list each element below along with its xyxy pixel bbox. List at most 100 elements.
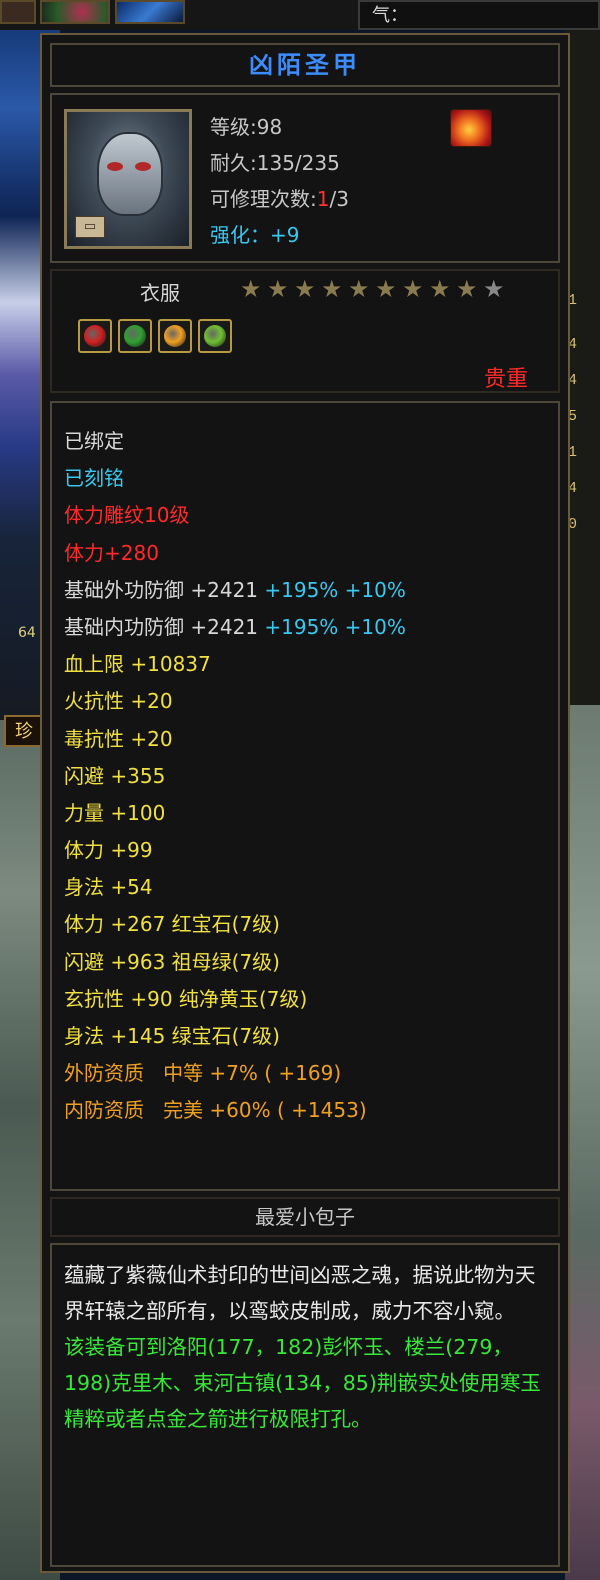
bound-lock-icon: ▭ [75,216,105,238]
red-gem-icon[interactable] [78,319,112,353]
gem-slots [78,319,232,353]
level-value: :98 [250,115,283,139]
item-tooltip: 凶陌圣甲 ▭ 等级:98 耐久:135/235 可修理次数:1/3 强化：+9 … [40,33,570,1573]
attribute-bonus: +195% +10% [258,577,406,602]
yellow-jade-icon[interactable] [158,319,192,353]
attribute-text: 玄抗性 +90 纯净黄玉(7级) [64,986,308,1011]
level-label: 等级 [210,115,250,139]
attribute-text: 体力 +267 红宝石(7级) [64,912,280,937]
type-section: 衣服 ★ ★ ★ ★ ★ ★ ★ ★ ★ ★ 贵重 [50,269,560,393]
rarity-label: 贵重 [483,367,528,392]
attribute-text: 体力 +99 [64,838,153,863]
attribute-line: 已绑定 [64,423,406,460]
attribute-text: 火抗性 +20 [64,689,173,714]
attribute-line: 血上限 +10837 [64,646,406,683]
skill-slot-3[interactable] [115,0,185,24]
attribute-text: 闪避 +963 祖母绿(7级) [64,949,280,974]
attribute-line: 基础外功防御 +2421 +195% +10% [64,572,406,609]
side-left-number: 64 [18,625,36,641]
attribute-line: 玄抗性 +90 纯净黄玉(7级) [64,981,406,1018]
item-name: 凶陌圣甲 [249,51,361,79]
durability-label: 耐久 [210,151,250,175]
title-frame: 凶陌圣甲 [50,43,560,87]
treasure-button[interactable]: 珍 [4,715,44,747]
attribute-line: 身法 +145 绿宝石(7级) [64,1018,406,1055]
repair-line: 可修理次数:1/3 [210,183,349,212]
attribute-list: 已绑定已刻铭体力雕纹10级 体力+280 基础外功防御 +2421 +195% +1… [64,423,406,1130]
green-gem-icon[interactable] [198,319,232,353]
star-rating: ★ ★ ★ ★ ★ ★ ★ ★ ★ ★ [240,277,507,301]
attribute-line: 身法 +54 [64,869,406,906]
star-filled-icon: ★ [456,275,478,303]
attribute-line: 体力 +99 [64,832,406,869]
author-name: 最爱小包子 [255,1205,355,1229]
attribute-line: 外防资质 中等 +7% ( +169) [64,1055,406,1092]
armor-icon: ▭ [64,109,192,249]
star-filled-icon: ★ [402,275,424,303]
top-toolbar: 气： [0,0,600,30]
emerald-gem-icon[interactable] [118,319,152,353]
gem-stone [204,325,226,347]
star-empty-icon: ★ [483,275,505,303]
attribute-line: 体力 +267 红宝石(7级) [64,906,406,943]
attribute-line: 体力雕纹10级 [64,497,406,534]
armor-mask-shape [97,132,163,216]
scene-right-ground [565,705,600,1580]
star-filled-icon: ★ [240,275,262,303]
strengthen-line: 强化：+9 [210,219,299,248]
attribute-text: 基础内功防御 +2421 [64,614,259,639]
description: 蕴藏了紫薇仙术封印的世间凶恶之魂，据说此物为天界轩辕之部所有，以鸾蛟皮制成，威力… [64,1257,544,1437]
star-filled-icon: ★ [321,275,343,303]
armor-eye-decoration [135,162,151,171]
repair-colon: : [310,187,317,211]
star-filled-icon: ★ [348,275,370,303]
attribute-line: 已刻铭 [64,460,406,497]
item-type: 衣服 [140,281,180,305]
attribute-bonus: +195% +10% [258,614,406,639]
attribute-text: 身法 +54 [64,875,153,900]
hint-text: 该装备可到洛阳(177，182)彭怀玉、楼兰(279，198)克里木、束河古镇(… [64,1335,541,1431]
attributes-section: 已绑定已刻铭体力雕纹10级 体力+280 基础外功防御 +2421 +195% +1… [50,401,560,1191]
strengthen-value: +9 [270,223,300,247]
gem-stone [124,325,146,347]
repair-label: 可修理次数 [210,187,310,211]
attribute-text: 毒抗性 +20 [64,726,173,751]
attribute-line: 力量 +100 [64,795,406,832]
attribute-text: 外防资质 中等 +7% ( +169) [64,1061,342,1086]
attribute-line: 毒抗性 +20 [64,721,406,758]
gem-stone [164,325,186,347]
armor-eye-decoration [107,162,123,171]
attribute-text: 体力+280 [64,540,159,565]
attribute-line: 火抗性 +20 [64,683,406,720]
level-line: 等级:98 [210,111,282,140]
strengthen-label: 强化： [210,223,270,247]
skill-slot-2[interactable] [40,0,110,24]
attribute-text: 基础外功防御 +2421 [64,577,259,602]
attribute-line: 内防资质 完美 +60% ( +1453) [64,1092,406,1129]
attribute-text: 已刻铭 [64,466,124,491]
attribute-text: 力量 +100 [64,800,166,825]
durability-line: 耐久:135/235 [210,147,340,176]
attribute-text: 闪避 +355 [64,763,166,788]
flame-icon [450,109,492,147]
attribute-text: 血上限 +10837 [64,652,211,677]
item-header: ▭ 等级:98 耐久:135/235 可修理次数:1/3 强化：+9 [50,93,560,263]
attribute-line: 闪避 +355 [64,758,406,795]
description-section: 蕴藏了紫薇仙术封印的世间凶恶之魂，据说此物为天界轩辕之部所有，以鸾蛟皮制成，威力… [50,1243,560,1567]
attribute-text: 内防资质 完美 +60% ( +1453) [64,1098,367,1123]
attribute-text: 体力雕纹10级 [64,503,190,528]
author-section: 最爱小包子 [50,1197,560,1237]
attribute-line: 基础内功防御 +2421 +195% +10% [64,609,406,646]
skill-slot-1[interactable] [0,0,36,24]
lore-text: 蕴藏了紫薇仙术封印的世间凶恶之魂，据说此物为天界轩辕之部所有，以鸾蛟皮制成，威力… [64,1263,536,1323]
attribute-line: 体力+280 [64,535,406,572]
star-filled-icon: ★ [267,275,289,303]
attribute-text: 已绑定 [64,429,124,453]
gem-stone [84,325,106,347]
qi-label: 气： [358,0,600,30]
durability-value: :135/235 [250,151,340,175]
repair-used: 1 [316,187,330,211]
attribute-line: 闪避 +963 祖母绿(7级) [64,944,406,981]
attribute-text: 身法 +145 绿宝石(7级) [64,1024,280,1048]
star-filled-icon: ★ [294,275,316,303]
